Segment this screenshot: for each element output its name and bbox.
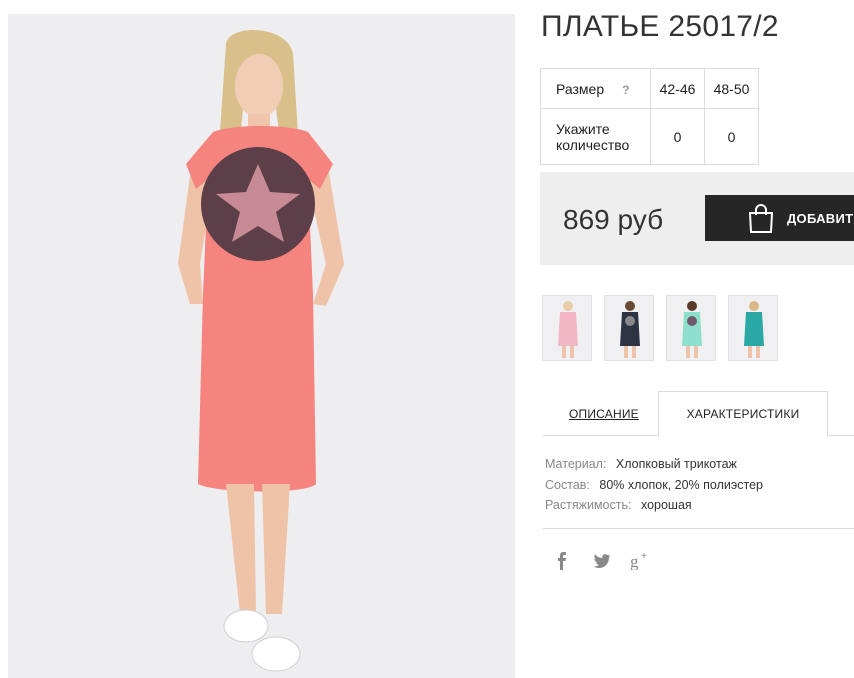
product-main-photo[interactable] — [8, 14, 515, 678]
characteristics-list: Материал: Хлопковый трикотаж Состав: 80%… — [545, 454, 763, 516]
divider — [543, 528, 854, 529]
size-table: Размер? 42-46 48-50 Укажите количество 0… — [540, 68, 759, 165]
googleplus-icon[interactable]: g + — [630, 550, 650, 575]
dress-model-illustration — [8, 14, 515, 678]
spec-value: 80% хлопок, 20% полиэстер — [599, 477, 763, 492]
product-tabs: ОПИСАНИЕ ХАРАКТЕРИСТИКИ — [543, 391, 854, 437]
tab-description[interactable]: ОПИСАНИЕ — [569, 407, 639, 421]
spec-key: Материал: — [545, 457, 607, 471]
quantity-label-line2: количество — [556, 136, 630, 153]
size-label: Размер — [556, 80, 605, 97]
quantity-input-42-46[interactable]: 0 — [650, 108, 705, 165]
price-value: 869 руб — [563, 204, 664, 235]
quantity-label-cell: Укажите количество — [540, 108, 651, 165]
add-to-cart-label: ДОБАВИТЬ — [787, 211, 854, 226]
spec-value: Хлопковый трикотаж — [615, 457, 737, 471]
price-box: 869 руб ДОБАВИТЬ — [540, 172, 854, 265]
shopping-bag-icon — [747, 204, 775, 237]
size-option-48-50: 48-50 — [704, 68, 759, 109]
size-option-42-46: 42-46 — [650, 68, 705, 109]
facebook-icon[interactable] — [556, 552, 568, 575]
svg-text:g: g — [630, 552, 639, 570]
spec-row-stretch: Растяжимость: хорошая — [545, 495, 763, 516]
thumbnail-teal[interactable] — [728, 295, 778, 361]
quantity-label-line1: Укажите — [556, 120, 610, 137]
quantity-input-48-50[interactable]: 0 — [704, 108, 759, 165]
thumbnail-mint[interactable] — [666, 295, 716, 361]
spec-value: хорошая — [640, 498, 692, 512]
add-to-cart-button[interactable]: ДОБАВИТЬ — [705, 195, 854, 241]
svg-text:+: + — [641, 551, 647, 562]
spec-row-material: Материал: Хлопковый трикотаж — [545, 454, 763, 475]
thumbnail-pink[interactable] — [542, 295, 592, 361]
quantity-row: Укажите количество 0 0 — [540, 108, 759, 165]
product-title: ПЛАТЬЕ 25017/2 — [541, 10, 779, 43]
size-row: Размер? 42-46 48-50 — [540, 68, 759, 109]
size-label-cell: Размер? — [540, 68, 651, 109]
thumbnail-navy[interactable] — [604, 295, 654, 361]
spec-key: Состав: — [545, 477, 590, 492]
spec-key: Растяжимость: — [545, 498, 632, 512]
spec-row-composition: Состав: 80% хлопок, 20% полиэстер — [545, 475, 763, 496]
twitter-icon[interactable] — [592, 554, 610, 573]
size-help-icon[interactable]: ? — [622, 83, 629, 97]
tab-characteristics[interactable]: ХАРАКТЕРИСТИКИ — [658, 391, 828, 437]
